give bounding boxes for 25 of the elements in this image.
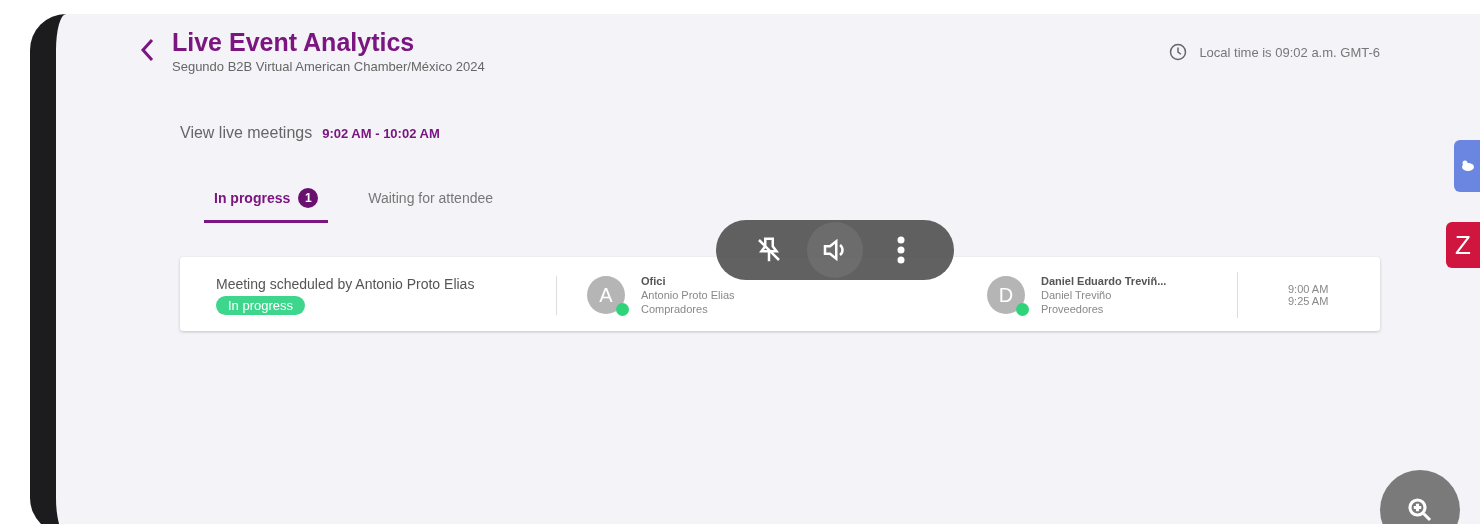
start-time: 9:00 AM — [1288, 283, 1329, 295]
participant-role: Proveedores — [1041, 302, 1105, 316]
more-icon — [897, 236, 905, 264]
time-range: 9:02 AM - 10:02 AM — [322, 126, 440, 141]
live-meetings-label: View live meetings — [180, 124, 313, 142]
clock-icon — [1169, 43, 1188, 61]
status-badge: In progress — [216, 295, 306, 315]
tab[interactable]: In progress 1 — [204, 182, 329, 223]
participant-role: Compradores — [641, 302, 709, 316]
chat-tab[interactable] — [1454, 140, 1480, 192]
participant-name: Daniel Eduardo Treviñ... — [1041, 274, 1167, 288]
participant-name: Ofici — [641, 274, 667, 288]
tab[interactable]: Waiting for attendee — [358, 182, 504, 223]
page-title: Live Event Analytics — [172, 28, 416, 57]
event-subtitle: Segundo B2B Virtual American Chamber/México 2024 — [172, 59, 485, 74]
local-time: Local time is 09:02 a.m. GMT-6 — [1199, 44, 1380, 60]
side-tab[interactable]: Z — [1446, 222, 1480, 268]
meeting-title: Meeting scheduled by Antonio Proto Elias — [216, 275, 475, 292]
end-time: 9:25 AM — [1288, 295, 1329, 307]
back-icon — [140, 38, 154, 62]
tab-label: In progress — [214, 190, 291, 206]
participant-person: Daniel Treviño — [1041, 288, 1113, 302]
participant-person: Antonio Proto Elias — [641, 288, 735, 302]
count-badge: 1 — [298, 188, 319, 208]
tab-label: Waiting for attendee — [368, 190, 494, 206]
